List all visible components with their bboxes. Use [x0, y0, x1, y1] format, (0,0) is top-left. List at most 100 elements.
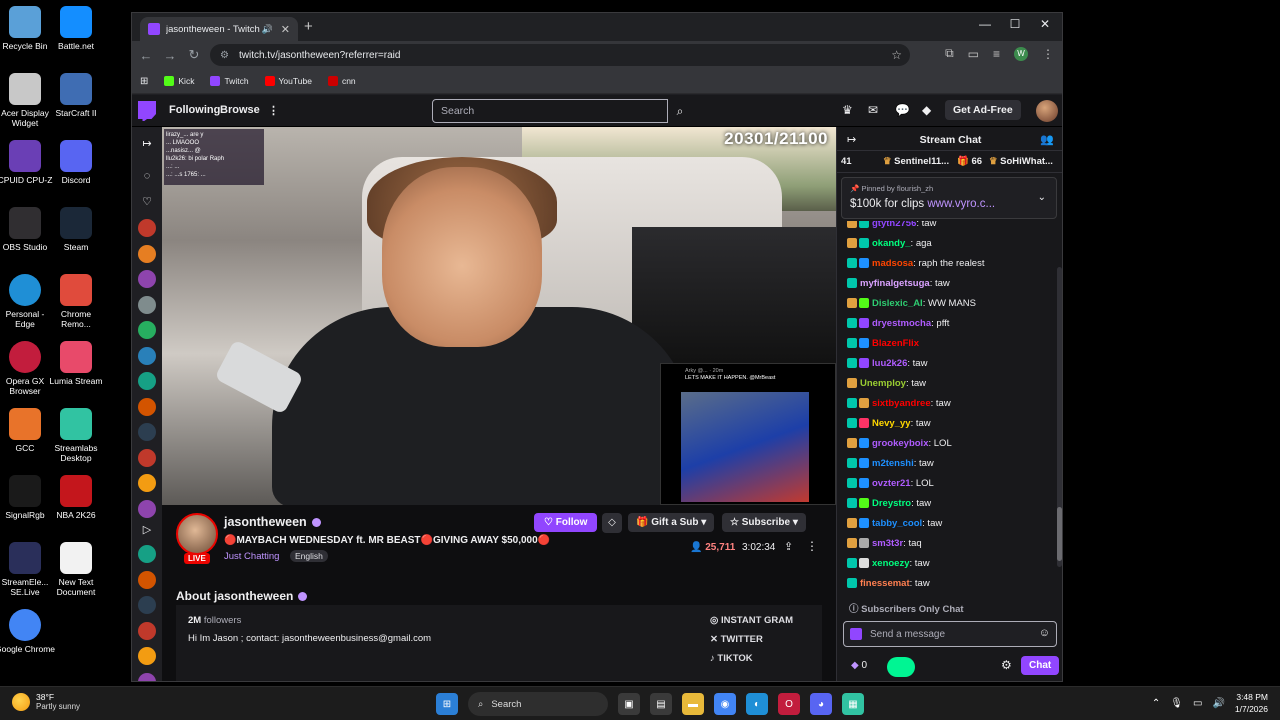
recommended-channel-avatar[interactable]	[138, 621, 156, 640]
chat-badge-icon[interactable]	[847, 578, 857, 588]
followed-channel-avatar[interactable]	[138, 474, 156, 492]
chat-username[interactable]: Unemploy	[860, 378, 906, 389]
chat-badge-icon[interactable]	[859, 518, 869, 528]
chat-username[interactable]: finessemat	[860, 578, 910, 589]
sidepanel-icon[interactable]: ▭	[968, 47, 979, 61]
chat-username[interactable]: Dreystro	[872, 498, 911, 509]
chat-message[interactable]: myfinalgetsuga: taw	[837, 273, 1057, 293]
chat-username[interactable]: BlazenFlix	[872, 338, 919, 349]
live-channels-icon[interactable]: ▷	[138, 521, 156, 539]
chat-badge-icon[interactable]	[847, 558, 857, 568]
bookmark-kick[interactable]: Kick	[164, 76, 194, 86]
follow-button[interactable]: ♡ Follow	[534, 513, 598, 532]
chat-send-button[interactable]: Chat	[1021, 656, 1060, 675]
chat-badge-icon[interactable]	[847, 221, 857, 228]
recommended-channel-avatar[interactable]	[138, 570, 156, 589]
profile-avatar[interactable]: W	[1014, 46, 1028, 61]
hype-diamond-icon[interactable]: ◇	[602, 513, 622, 533]
followed-channel-avatar[interactable]	[138, 499, 156, 518]
chat-username[interactable]: Nevy_yy	[872, 418, 911, 429]
chat-message[interactable]: gtyth2756: taw	[837, 221, 1057, 233]
followed-channel-avatar[interactable]	[138, 423, 156, 441]
chat-badge-icon[interactable]	[847, 338, 857, 348]
chat-badge-icon[interactable]	[859, 478, 869, 488]
back-button[interactable]: ←	[134, 48, 158, 63]
chat-message[interactable]: grookeyboix: LOL	[837, 433, 1057, 453]
chat-username[interactable]: sixtbyandree	[872, 398, 931, 409]
chat-message[interactable]: Dreystro: taw	[837, 493, 1057, 513]
bookmark-cnn[interactable]: cnn	[327, 76, 356, 86]
emote-picker-icon[interactable]: ☺	[1039, 627, 1050, 639]
edge-icon[interactable]: ◐	[746, 693, 768, 715]
chat-settings-icon[interactable]: ⚙	[1001, 658, 1012, 672]
more-options-icon[interactable]: ⋮	[806, 539, 818, 553]
desktop-icon[interactable]: NBA 2K26	[46, 475, 106, 520]
chat-username[interactable]: okandy_	[872, 238, 911, 249]
recommended-channel-avatar[interactable]	[138, 596, 156, 614]
display-icon[interactable]: ▭	[1193, 698, 1202, 709]
chat-badge-icon[interactable]	[859, 438, 869, 448]
pinned-message[interactable]: 📌 Pinned by flourish_zh $100k for clips …	[841, 177, 1057, 219]
chat-badge-icon[interactable]	[859, 398, 869, 408]
menu-icon[interactable]: ⋮	[1042, 47, 1054, 61]
site-info-icon[interactable]: ⚙	[220, 50, 229, 61]
chat-username[interactable]: tabby_cool	[872, 518, 922, 529]
chat-badge-icon[interactable]	[847, 278, 857, 288]
chat-badge-icon[interactable]	[847, 358, 857, 368]
chat-username[interactable]: m2tenshi	[872, 458, 914, 469]
chat-badge-icon[interactable]	[847, 458, 857, 468]
widgets-icon[interactable]: ▤	[650, 693, 672, 715]
chat-badge-icon[interactable]	[847, 418, 857, 428]
chat-message[interactable]: Nevy_yy: taw	[837, 413, 1057, 433]
desktop-icon[interactable]: StarCraft II	[46, 73, 106, 118]
whispers-icon[interactable]: 💬	[895, 103, 910, 117]
chat-badge-icon[interactable]	[847, 538, 857, 548]
followed-channel-avatar[interactable]	[138, 397, 156, 416]
chat-username[interactable]: ovzter21	[872, 478, 911, 489]
chat-badge-icon[interactable]	[847, 438, 857, 448]
extensions-icon[interactable]: ⧉	[945, 46, 954, 61]
chat-badge-icon[interactable]	[859, 221, 869, 228]
nav-more-icon[interactable]: ⋮	[268, 104, 279, 117]
followed-channel-avatar[interactable]	[138, 295, 156, 314]
task-view-icon[interactable]: ▣	[618, 693, 640, 715]
streamer-name[interactable]: jasontheween	[224, 515, 321, 529]
followed-channel-avatar[interactable]	[138, 244, 156, 263]
bookmark-twitch[interactable]: Twitch	[210, 76, 249, 86]
twitch-logo-icon[interactable]	[138, 101, 156, 121]
chat-username[interactable]: myfinalgetsuga	[860, 278, 930, 289]
bits-icon[interactable]: ◆	[922, 103, 931, 117]
reload-button[interactable]: ↻	[182, 47, 206, 63]
desktop-icon[interactable]: Streamlabs Desktop	[46, 408, 106, 463]
tab-twitch[interactable]: jasontheween - Twitch 🔊 ✕	[140, 17, 298, 41]
maximize-button[interactable]: ☐	[1000, 17, 1030, 31]
crown-icon[interactable]: ♛	[842, 103, 853, 117]
chat-badge-icon[interactable]	[859, 498, 869, 508]
gift-sub-button[interactable]: 🎁 Gift a Sub ▾	[628, 513, 715, 532]
social-tiktok[interactable]: ♪ TIKTOK	[710, 653, 753, 664]
apps-grid-icon[interactable]: ⊞	[140, 76, 148, 87]
chat-username[interactable]: Dislexic_AI	[872, 298, 923, 309]
chat-message[interactable]: sixtbyandree: taw	[837, 393, 1057, 413]
chat-badge-icon[interactable]	[847, 258, 857, 268]
clock[interactable]: 3:48 PM 1/7/2026	[1235, 691, 1268, 715]
chat-badge-icon[interactable]	[847, 378, 857, 388]
tab-search-icon[interactable]: ≡	[993, 47, 1000, 61]
chat-badge-icon[interactable]	[847, 498, 857, 508]
chat-username[interactable]: luu2k26	[872, 358, 907, 369]
chat-username[interactable]: dryestmocha	[872, 318, 931, 329]
chat-message[interactable]: xenoezy: taw	[837, 553, 1057, 573]
chat-username[interactable]: madsosa	[872, 258, 913, 269]
chat-badge-icon[interactable]	[847, 318, 857, 328]
chat-badge-icon[interactable]	[859, 458, 869, 468]
followed-channel-avatar[interactable]	[138, 321, 156, 339]
nav-browse[interactable]: Browse	[220, 104, 260, 116]
streamlabs-icon[interactable]: ▦	[842, 693, 864, 715]
chat-badge-icon[interactable]	[847, 238, 857, 248]
microphone-icon[interactable]: 🎙	[1170, 698, 1183, 709]
bookmark-youtube[interactable]: YouTube	[264, 76, 312, 86]
chat-message[interactable]: okandy_: aga	[837, 233, 1057, 253]
chat-message[interactable]: sm3t3r: taq	[837, 533, 1057, 553]
bits-balance[interactable]: ◆ 0	[851, 660, 867, 671]
desktop-icon[interactable]: Lumia Stream	[46, 341, 106, 386]
